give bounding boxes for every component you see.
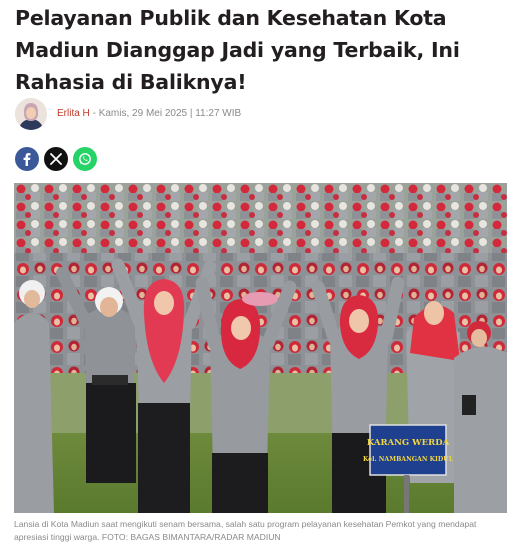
x-icon xyxy=(50,153,62,165)
author-name[interactable]: Erlita H xyxy=(57,108,90,119)
share-whatsapp-button[interactable] xyxy=(73,147,97,171)
photo-caption: Lansia di Kota Madiun saat mengikuti sen… xyxy=(14,519,477,542)
whatsapp-icon xyxy=(79,153,91,165)
sign-line-2: Kel. NAMBANGAN KIDUL xyxy=(363,456,454,463)
publish-date: Kamis, 29 Mei 2025 | 11:27 WIB xyxy=(98,108,242,119)
meta-separator: - xyxy=(92,108,96,119)
article-photo[interactable]: KARANG WERDA Kel. NAMBANGAN KIDUL xyxy=(14,183,507,513)
byline: Erlita H - Kamis, 29 Mei 2025 | 11:27 WI… xyxy=(15,98,495,132)
author-avatar[interactable] xyxy=(15,98,47,130)
article-title: Pelayanan Publik dan Kesehatan Kota Madi… xyxy=(15,6,460,94)
article-meta: Erlita H - Kamis, 29 Mei 2025 | 11:27 WI… xyxy=(57,108,241,119)
share-facebook-button[interactable] xyxy=(15,147,39,171)
facebook-icon xyxy=(23,153,31,166)
photo-illustration: KARANG WERDA Kel. NAMBANGAN KIDUL xyxy=(14,183,507,513)
article-page: Pelayanan Publik dan Kesehatan Kota Madi… xyxy=(0,0,520,558)
sign-line-1: KARANG WERDA xyxy=(367,438,450,448)
share-x-button[interactable] xyxy=(44,147,68,171)
